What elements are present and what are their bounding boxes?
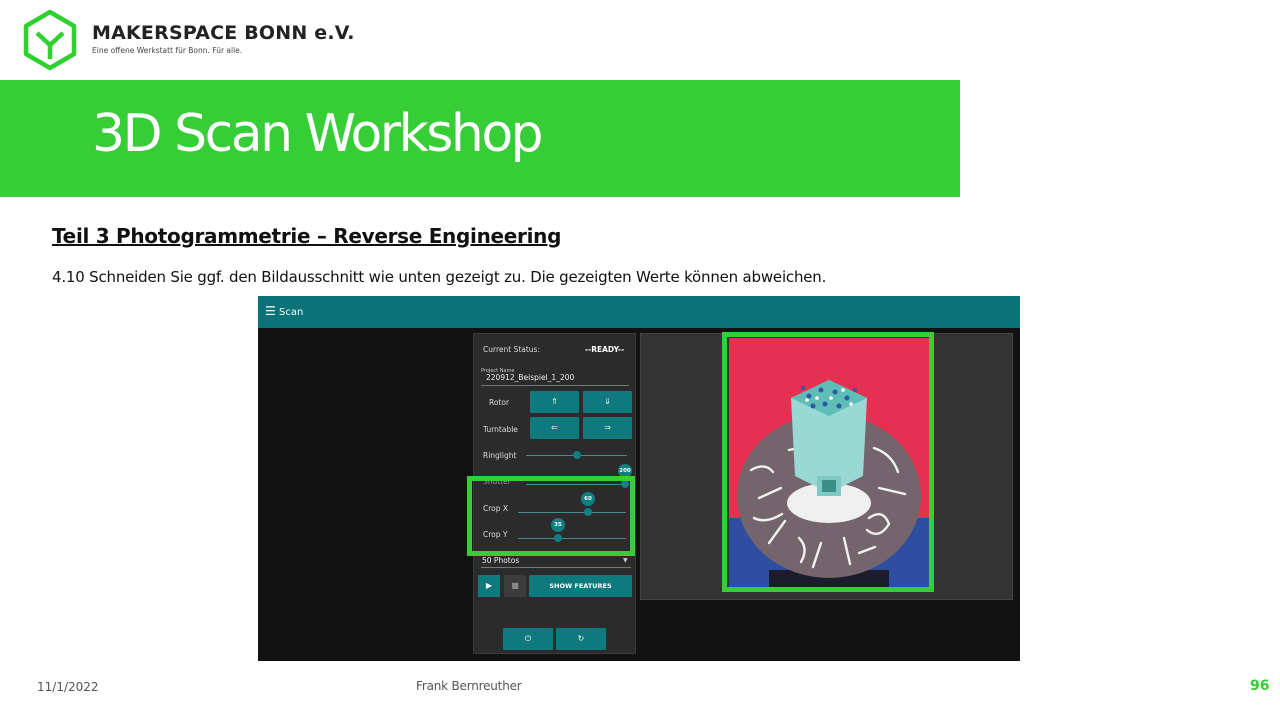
project-name-underline <box>481 385 629 386</box>
footer-date: 11/1/2022 <box>37 680 99 694</box>
power-button[interactable]: ⏻ <box>503 628 553 650</box>
ringlight-label: Ringlight <box>483 451 517 460</box>
org-name: MAKERSPACE BONN e.V. <box>92 22 355 44</box>
app-title: Scan <box>279 307 304 318</box>
ringlight-slider-knob[interactable] <box>572 451 581 459</box>
slide-title: 3D Scan Workshop <box>92 104 544 164</box>
footer-author: Frank Bernreuther <box>416 679 522 693</box>
turntable-label: Turntable <box>483 425 518 434</box>
menu-icon[interactable]: ☰ <box>265 305 276 317</box>
org-tagline: Eine offene Werkstatt für Bonn. Für alle… <box>92 46 243 55</box>
refresh-button[interactable]: ↻ <box>556 628 606 650</box>
rotor-down-button[interactable]: ⇓ <box>583 391 632 413</box>
status-value: --READY-- <box>585 345 625 354</box>
show-features-button[interactable]: SHOW FEATURES <box>529 575 632 597</box>
title-banner: 3D Scan Workshop <box>0 80 960 197</box>
rotor-up-button[interactable]: ⇑ <box>530 391 579 413</box>
dropdown-arrow-icon: ▼ <box>623 557 628 564</box>
section-heading: Teil 3 Photogrammetrie – Reverse Enginee… <box>52 224 562 248</box>
instruction-text: 4.10 Schneiden Sie ggf. den Bildausschni… <box>52 268 827 286</box>
crop-controls-highlight <box>467 476 635 556</box>
crop-area-highlight <box>722 332 934 592</box>
stop-button[interactable]: ■ <box>504 575 526 597</box>
status-label: Current Status: <box>483 345 540 354</box>
turntable-left-button[interactable]: ⇐ <box>530 417 579 439</box>
rotor-label: Rotor <box>489 398 510 407</box>
play-button[interactable]: ▶ <box>478 575 500 597</box>
page-number: 96 <box>1250 678 1270 694</box>
app-bar: ☰ Scan <box>258 296 1020 328</box>
makerspace-logo-icon <box>23 9 77 71</box>
turntable-right-button[interactable]: ⇒ <box>583 417 632 439</box>
photos-select-underline <box>481 567 631 568</box>
photos-select[interactable]: 50 Photos <box>482 556 519 565</box>
project-name-input[interactable]: 220912_Beispiel_1_200 <box>486 373 574 382</box>
